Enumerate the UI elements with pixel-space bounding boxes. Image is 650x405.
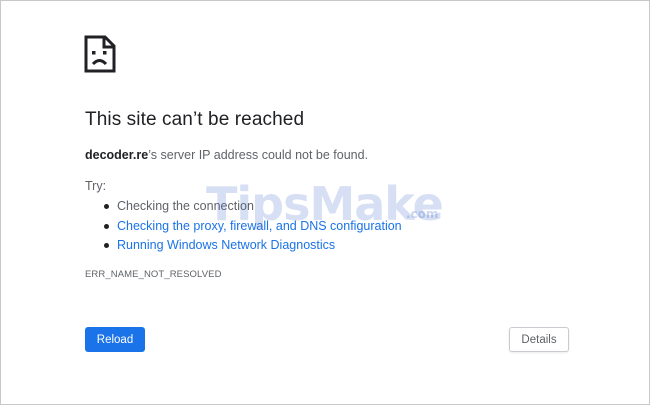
error-code: ERR_NAME_NOT_RESOLVED — [85, 269, 222, 280]
suggestion-check-connection: Checking the connection — [85, 197, 402, 217]
sad-document-icon — [84, 35, 116, 73]
reload-button[interactable]: Reload — [85, 327, 145, 352]
page-title: This site can’t be reached — [85, 109, 305, 130]
suggestion-label: Checking the connection — [117, 199, 254, 213]
error-summary: decoder.re’s server IP address could not… — [85, 148, 368, 162]
check-proxy-link[interactable]: Checking the proxy, firewall, and DNS co… — [117, 219, 402, 233]
host-name: decoder.re — [85, 148, 149, 162]
suggestion-check-proxy: Checking the proxy, firewall, and DNS co… — [85, 217, 402, 237]
try-label: Try: — [85, 179, 107, 193]
network-diagnostics-link[interactable]: Running Windows Network Diagnostics — [117, 238, 335, 252]
suggestions-list: Checking the connection Checking the pro… — [85, 197, 402, 256]
bullet-icon — [104, 223, 109, 229]
watermark-suffix: .com — [406, 207, 439, 221]
error-page: This site can’t be reached decoder.re’s … — [0, 0, 650, 405]
bullet-icon — [104, 243, 109, 248]
bullet-icon — [104, 204, 109, 209]
suggestion-network-diagnostics: Running Windows Network Diagnostics — [85, 236, 402, 256]
error-summary-text: ’s server IP address could not be found. — [148, 148, 369, 162]
details-button[interactable]: Details — [509, 327, 569, 352]
